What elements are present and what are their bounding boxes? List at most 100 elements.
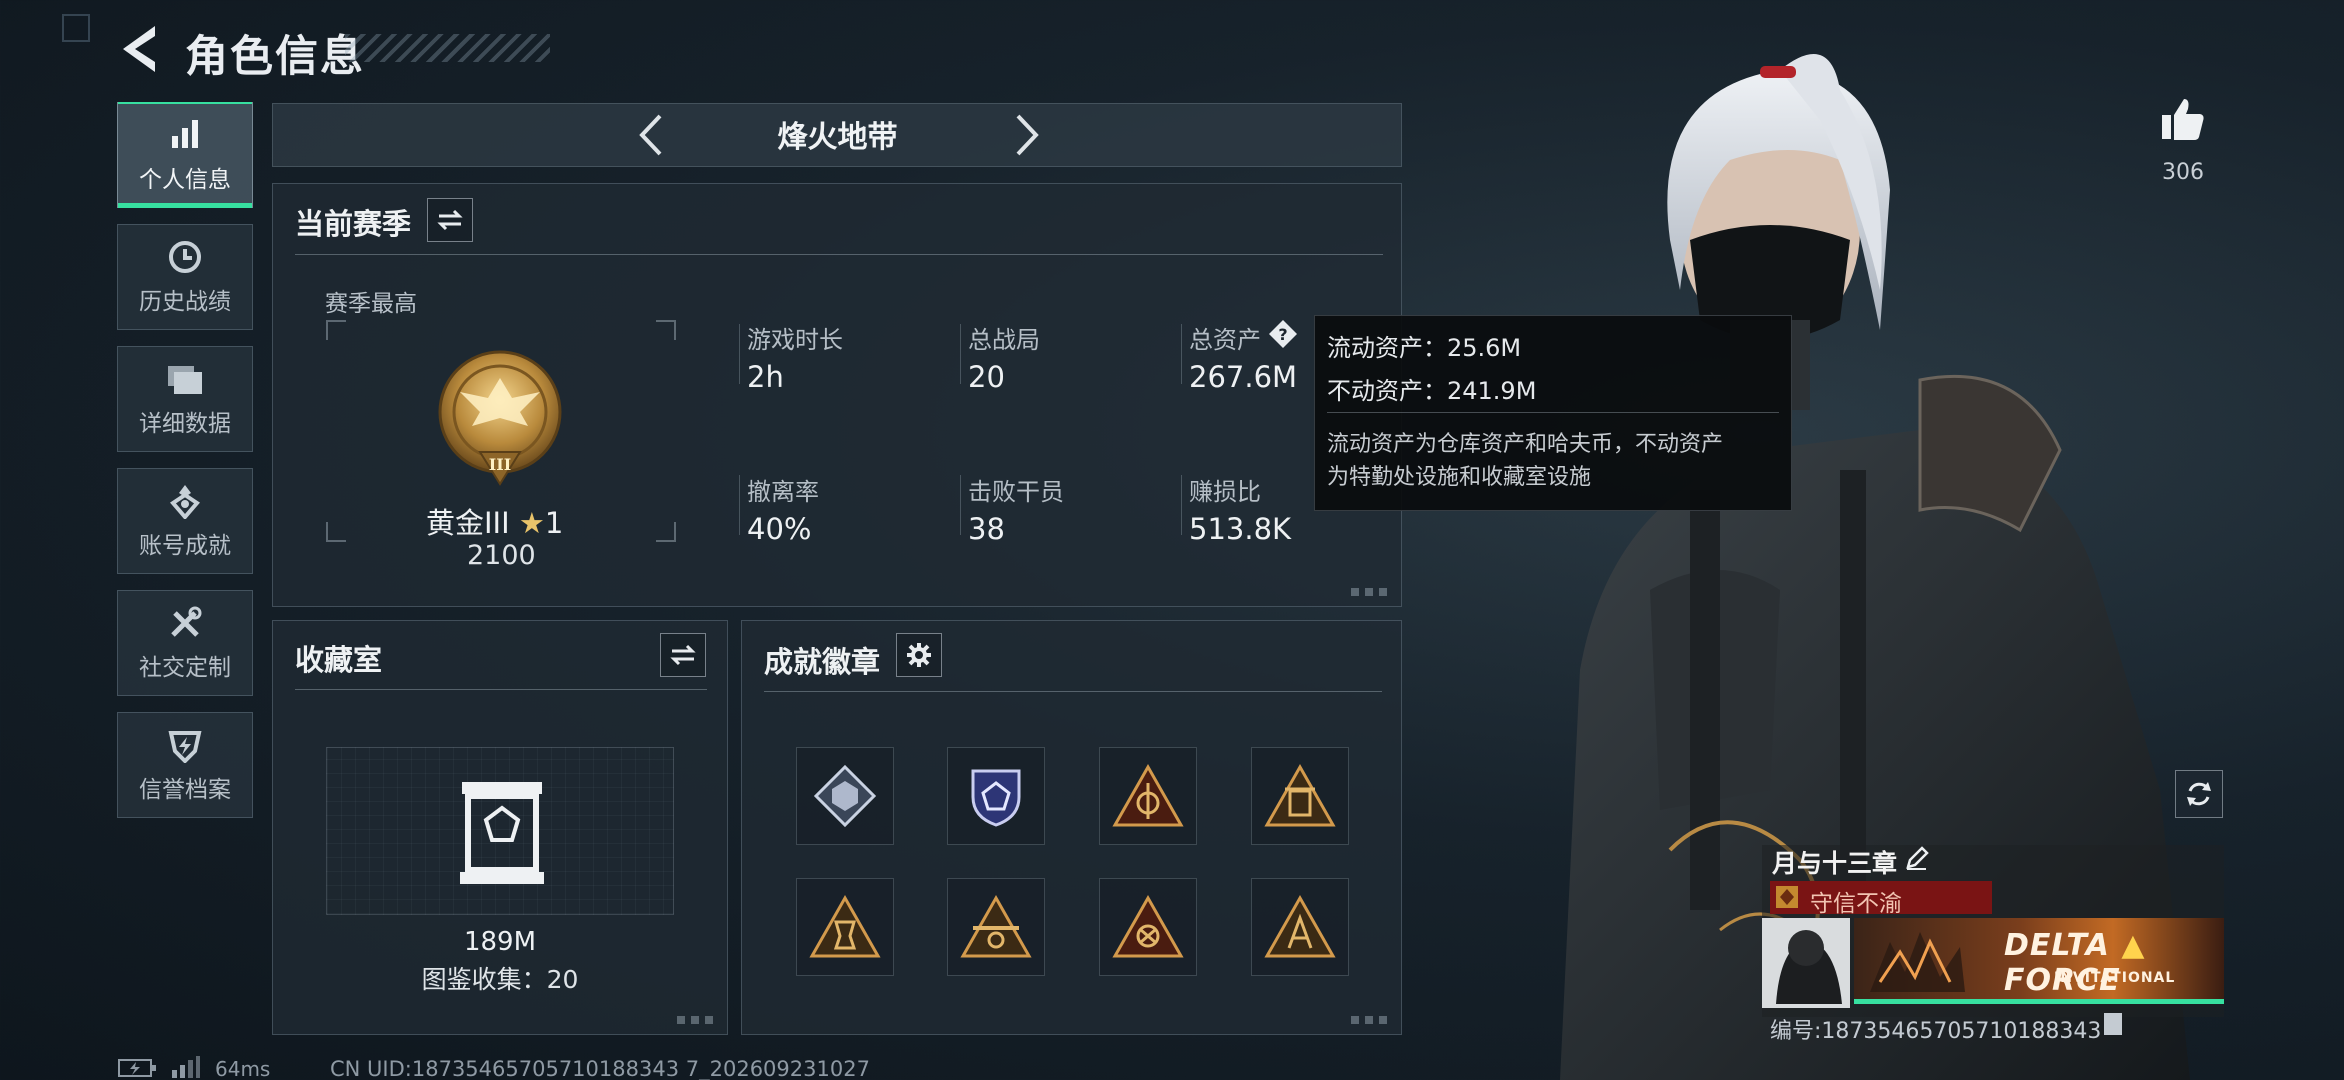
shield-bolt-icon [166,726,204,764]
badge-slot[interactable] [796,878,894,976]
rank-score: 2100 [467,540,536,571]
banner-art [1870,932,1965,992]
badge-slot[interactable] [1099,747,1197,845]
badge-slot[interactable] [1251,747,1349,845]
svg-text:?: ? [1278,325,1287,344]
copy-icon[interactable] [2104,1013,2122,1035]
divider [295,254,1383,255]
title-badge-text: 守信不渝 [1810,891,1902,917]
triangle-gold-badge-icon [1112,894,1184,958]
collection-panel-title: 收藏室 [295,643,383,677]
sidebar-item-label: 社交定制 [139,655,231,681]
season-panel-title: 当前赛季 [295,207,412,241]
mode-next-button[interactable] [1004,110,1048,160]
event-banner[interactable]: DELTA ▲ FORCE INVITATIONAL [1854,918,2224,1004]
sidebar-item-achievements[interactable]: 账号成就 [117,468,253,574]
badge-slot[interactable] [947,747,1045,845]
gold-rank-emblem-icon: III [438,350,562,486]
stat-value: 513.8K [1189,512,1292,546]
badge-slot[interactable] [947,878,1045,976]
assets-tooltip: 流动资产：25.6M 不动资产：241.9M 流动资产为仓库资产和哈夫币，不动资… [1314,315,1792,511]
thumbs-up-icon [2162,99,2204,140]
signal-icon [172,1056,200,1078]
bar-chart-icon [166,116,204,154]
tools-icon [166,604,204,642]
stat-label: 总资产 [1189,326,1261,354]
triangle-logo-icon: ▲ [2121,928,2146,963]
stat-label: 赚损比 [1189,478,1261,506]
stat-label: 游戏时长 [747,326,843,354]
star-icon: ★ [518,506,545,540]
collection-catalog: 图鉴收集：20 [421,965,579,994]
stat-value: 38 [968,512,1005,546]
sidebar-item-label: 详细数据 [139,411,231,437]
stat-value: 40% [747,512,812,546]
display-case-icon [460,782,544,884]
banner-subtitle: INVITATIONAL [2054,970,2176,986]
sidebar-item-label: 账号成就 [139,533,231,559]
badge-slot[interactable] [1099,878,1197,976]
corner-decoration [1351,588,1391,596]
stat-divider [1181,324,1182,384]
season-switch-button[interactable] [427,198,473,242]
like-button[interactable] [2158,95,2208,145]
badge-slot[interactable] [1251,878,1349,976]
emblem-icon [1776,886,1798,908]
gear-icon [907,643,931,667]
sidebar-item-label: 历史战绩 [139,289,231,315]
svg-text:III: III [489,455,511,474]
tooltip-fixed-assets: 不动资产：241.9M [1327,377,1537,405]
avatar[interactable] [1762,918,1850,1008]
season-best-label: 赛季最高 [325,291,417,317]
triangle-gold-badge-icon [1264,894,1336,958]
stat-divider [960,475,961,535]
stat-label: 撤离率 [747,478,819,506]
player-id: 编号:18735465705710188343 [1770,1019,2102,1044]
back-arrow-icon [123,26,155,72]
badge-settings-button[interactable] [896,633,942,677]
swap-icon [670,644,696,666]
corner-decoration [62,14,90,42]
sidebar-item-credit-record[interactable]: 信誉档案 [117,712,253,818]
triangle-gold-badge-icon [809,894,881,958]
tooltip-liquid-assets: 流动资产：25.6M [1327,334,1522,362]
sidebar-item-detail-data[interactable]: 详细数据 [117,346,253,452]
player-name: 月与十三章 [1772,849,1898,878]
stat-divider [1181,475,1182,535]
stat-value: 20 [968,360,1005,394]
title-decoration [345,34,550,62]
tooltip-note-line: 流动资产为仓库资产和哈夫币，不动资产 [1327,432,1724,457]
badge-slot[interactable] [796,747,894,845]
rank-row: 黄金III ★1 [426,500,563,542]
collection-switch-button[interactable] [660,633,706,677]
rank-name: 黄金III [426,506,510,540]
stat-label: 总战局 [968,326,1040,354]
back-button[interactable] [115,22,165,76]
corner-decoration [677,1016,717,1024]
mode-prev-button[interactable] [630,110,674,160]
sidebar-item-personal-info[interactable]: 个人信息 [117,102,253,208]
sidebar-item-social-custom[interactable]: 社交定制 [117,590,253,696]
stat-value: 2h [747,360,784,394]
rank-stars: 1 [544,506,564,540]
chevron-left-icon [639,114,662,156]
edit-name-button[interactable] [1904,845,1932,873]
stat-value: 267.6M [1189,360,1298,394]
badges-panel-title: 成就徽章 [764,645,881,679]
battery-icon [118,1059,156,1077]
help-icon[interactable]: ? [1268,319,1298,349]
tooltip-note-line: 为特勤处设施和收藏室设施 [1327,465,1592,490]
divider [764,691,1382,692]
sidebar-item-label: 信誉档案 [139,777,231,803]
refresh-icon [2187,782,2211,806]
sidebar-item-history[interactable]: 历史战绩 [117,224,253,330]
divider [295,689,707,690]
cube-badge-icon [813,764,877,828]
banner-progress [1854,999,2224,1004]
shield-badge-icon [971,769,1021,827]
refresh-button[interactable] [2175,770,2223,818]
sidebar-item-label: 个人信息 [139,167,231,193]
triangle-gold-badge-icon [1264,763,1336,827]
page-title: 角色信息 [185,32,365,82]
stat-divider [960,324,961,384]
